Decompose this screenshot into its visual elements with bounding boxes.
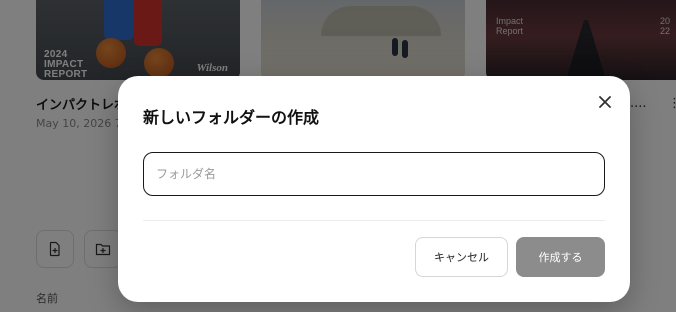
close-button[interactable] — [594, 91, 616, 113]
folder-name-input[interactable] — [143, 152, 605, 196]
cancel-button[interactable]: キャンセル — [415, 237, 508, 277]
dialog-divider — [143, 220, 605, 221]
create-button[interactable]: 作成する — [516, 237, 605, 277]
close-icon — [599, 96, 611, 108]
dialog-title: 新しいフォルダーの作成 — [143, 108, 320, 127]
create-folder-dialog: 新しいフォルダーの作成 キャンセル 作成する — [118, 76, 630, 302]
